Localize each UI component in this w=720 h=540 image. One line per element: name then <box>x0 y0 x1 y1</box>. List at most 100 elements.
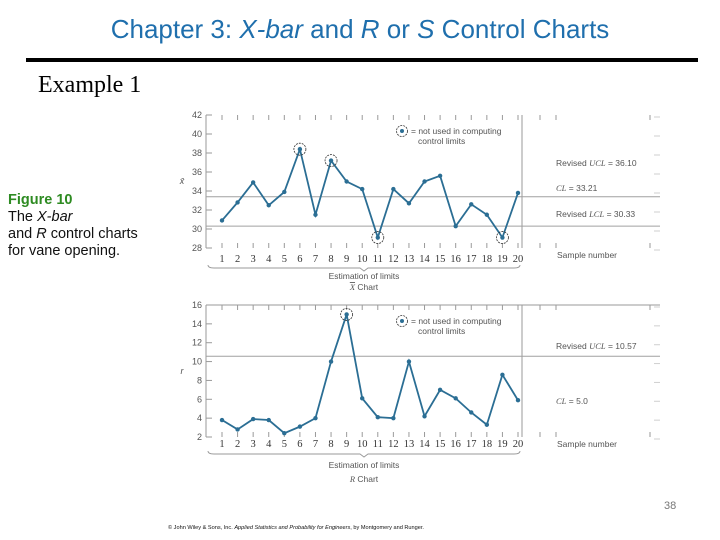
limit-prefix: Revised <box>556 209 589 219</box>
x-tick-label: 19 <box>497 254 508 265</box>
x-tick-label: 13 <box>404 439 415 450</box>
y-tick-label: 2 <box>197 432 202 442</box>
x-tick-label: 9 <box>344 439 349 450</box>
y-tick-label: 14 <box>192 319 202 329</box>
y-tick-label: 32 <box>192 205 202 215</box>
x-tick-label: 5 <box>282 254 287 265</box>
x-tick-label: 4 <box>266 254 272 265</box>
data-point <box>406 201 412 206</box>
legend-marker-dot <box>400 129 404 133</box>
data-point <box>297 424 303 429</box>
x-tick-label: 13 <box>404 254 415 265</box>
data-point <box>219 218 225 223</box>
data-point <box>235 427 240 432</box>
data-point <box>344 179 349 184</box>
data-point <box>360 186 365 192</box>
xbar-chart: 2830323436384042x̄1 2 3 4 5 6 7 8 9 10 11 12 13 14 15 1… <box>179 110 660 292</box>
brace-label: Estimation of limits <box>329 460 400 470</box>
credit-book: Applied Statistics and Probability for E… <box>234 525 351 531</box>
y-tick-label: 8 <box>197 375 202 385</box>
data-point <box>313 212 318 217</box>
data-point <box>437 387 443 393</box>
data-point <box>313 415 318 421</box>
data-point <box>250 416 256 422</box>
data-point <box>469 202 474 207</box>
data-series-line <box>221 314 519 435</box>
y-tick-label: 34 <box>192 186 202 196</box>
x-tick-label: 17 <box>466 439 477 450</box>
limit-label-ucl: Revised UCL = 36.10 <box>556 158 637 168</box>
x-tick-label: 11 <box>373 254 383 265</box>
y-tick-label: 40 <box>192 129 202 139</box>
y-tick-label: 42 <box>192 110 202 120</box>
limit-name: LCL <box>588 209 604 219</box>
data-point <box>391 415 396 421</box>
data-series-line <box>221 146 519 241</box>
data-point <box>422 179 427 184</box>
y-tick-label: 38 <box>192 148 202 158</box>
data-point <box>219 417 225 423</box>
y-axis-label: r <box>181 366 185 376</box>
limit-value: = 36.10 <box>606 158 637 168</box>
data-point <box>422 414 427 419</box>
x-tick-label: 8 <box>328 254 333 265</box>
x-axis-label: Sample number <box>557 439 617 449</box>
credit-authors: , by Montgomery and Runger. <box>350 525 424 531</box>
y-axis-label: x̄ <box>179 176 185 186</box>
y-tick-label: 6 <box>197 394 202 404</box>
data-point <box>375 415 380 420</box>
data-point <box>344 312 349 317</box>
data-point <box>515 190 521 196</box>
limit-prefix: Revised <box>556 341 589 351</box>
x-tick-label: 10 <box>357 439 368 450</box>
data-point <box>437 173 443 178</box>
x-tick-label: 2 <box>235 254 240 265</box>
r-chart: 246810121416r1 2 3 4 5 6 7 8 9 10 11 12 13 14 15 16 17 18… <box>181 300 660 484</box>
data-point <box>484 212 490 217</box>
data-point <box>328 359 334 364</box>
y-tick-label: 16 <box>192 300 202 310</box>
data-point <box>235 200 240 205</box>
copyright-credit: © John Wiley & Sons, Inc. Applied Statis… <box>168 525 424 531</box>
x-axis-label: Sample number <box>557 250 617 260</box>
y-tick-label: 12 <box>192 338 202 348</box>
x-tick-label: 16 <box>450 439 461 450</box>
x-tick-label: 3 <box>251 439 256 450</box>
y-tick-label: 4 <box>197 413 202 423</box>
data-point <box>469 410 474 415</box>
control-charts: 2830323436384042x̄1 2 3 4 5 6 7 8 9 10 11 12 13 14 15 1… <box>179 110 660 484</box>
limit-label-ucl: Revised UCL = 10.57 <box>556 341 637 351</box>
x-tick-label: 17 <box>466 254 477 265</box>
y-tick-label: 30 <box>192 224 202 234</box>
brace-label: Estimation of limits <box>329 271 400 281</box>
limit-name: CL <box>556 183 567 193</box>
limit-label-cl: CL = 33.21 <box>556 183 598 193</box>
data-point <box>250 180 256 185</box>
data-point <box>266 417 271 423</box>
x-tick-label: 5 <box>282 439 287 450</box>
x-tick-label: 6 <box>297 254 302 265</box>
data-point <box>453 223 458 229</box>
chart-title: X Chart <box>349 282 379 292</box>
x-tick-label: 10 <box>357 254 368 265</box>
legend-text: control limits <box>418 326 465 336</box>
y-tick-label: 36 <box>192 167 202 177</box>
data-point <box>391 186 396 192</box>
x-tick-label: 9 <box>344 254 349 265</box>
data-point <box>360 396 365 401</box>
data-point <box>406 359 412 364</box>
limit-value: = 5.0 <box>566 396 588 406</box>
legend-marker-dot <box>400 319 404 323</box>
limit-label-lcl: Revised LCL = 30.33 <box>556 209 635 219</box>
x-tick-label: 8 <box>328 439 333 450</box>
data-point <box>500 372 505 377</box>
x-tick-label: 11 <box>373 439 383 450</box>
limit-name: UCL <box>589 158 606 168</box>
y-tick-label: 28 <box>192 243 202 253</box>
limit-prefix: Revised <box>556 158 589 168</box>
legend-text: = not used in computing <box>411 126 502 136</box>
legend-text: = not used in computing <box>411 316 502 326</box>
x-tick-label: 1 <box>219 439 224 450</box>
x-tick-label: 18 <box>482 439 493 450</box>
chart-title-text: Chart <box>355 282 379 292</box>
